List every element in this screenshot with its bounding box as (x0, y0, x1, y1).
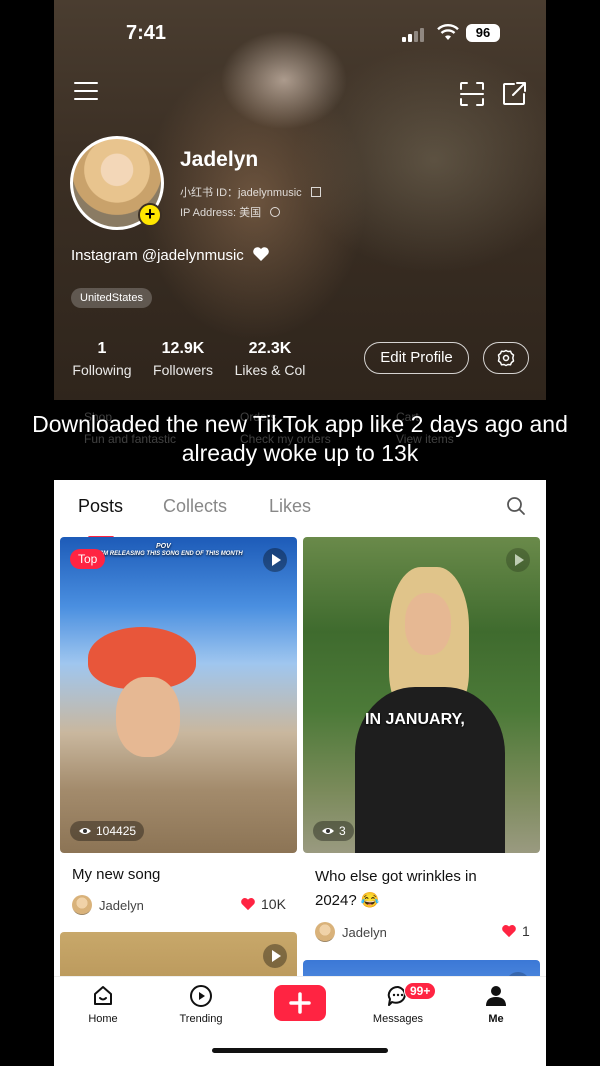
profile-id-row: 小红书 ID：jadelynmusic (180, 184, 321, 200)
nav-label: Messages (372, 1013, 424, 1025)
face-shape (116, 677, 180, 757)
gear-icon (497, 349, 515, 367)
profile-header: 7:41 96 + Jadelyn 小红书 ID：jadelynmusic IP… (54, 0, 546, 400)
post-title-line: Who else got wrinkles in (315, 868, 477, 885)
author-name: Jadelyn (99, 897, 144, 913)
play-circle-icon (190, 985, 212, 1007)
search-icon[interactable] (506, 496, 526, 516)
tab-posts[interactable]: Posts (78, 496, 123, 517)
nav-me[interactable]: Me (461, 983, 531, 1025)
post-thumbnail[interactable]: IN JANUARY, 3 (303, 537, 540, 853)
face-shape (405, 593, 451, 655)
person-icon (486, 986, 506, 1006)
view-count: 104425 (70, 821, 145, 841)
view-count: 3 (313, 821, 354, 841)
stat-label: Likes & Col (234, 362, 306, 378)
play-icon (506, 548, 530, 572)
plus-icon (289, 992, 311, 1014)
post-title: Who else got wrinkles in 2024? 😂 (315, 865, 477, 913)
stat-followers[interactable]: 12.9K Followers (148, 340, 218, 378)
view-count-value: 3 (339, 824, 346, 838)
author-avatar (315, 922, 335, 942)
caption-line: Downloaded the new TikTok app like 2 day… (32, 411, 568, 437)
stat-label: Followers (153, 362, 213, 378)
heart-icon (241, 898, 255, 911)
stat-value: 1 (97, 340, 107, 357)
overlay-caption: IN JANUARY, (365, 711, 465, 728)
profile-bio: Instagram @jadelynmusic (71, 246, 270, 264)
tab-collects[interactable]: Collects (163, 496, 227, 517)
battery-indicator: 96 (466, 24, 500, 42)
nav-label: Me (488, 1013, 504, 1025)
nav-home[interactable]: Home (68, 983, 138, 1025)
overlay-caption: I'M RELEASING THIS SONG END OF THIS MONT… (100, 551, 243, 557)
nav-trending[interactable]: Trending (166, 983, 236, 1025)
post-card[interactable]: IN JANUARY, 3 Who else got wrinkles in 2… (303, 537, 540, 957)
info-icon[interactable] (270, 207, 281, 217)
video-caption: Downloaded the new TikTok app like 2 day… (0, 410, 600, 468)
post-likes[interactable]: 1 (501, 923, 530, 939)
post-author[interactable]: Jadelyn (72, 895, 144, 915)
scan-icon[interactable] (459, 81, 485, 107)
view-count-value: 104425 (96, 824, 137, 838)
settings-button[interactable] (483, 342, 529, 374)
post-thumbnail[interactable]: POV I'M RELEASING THIS SONG END OF THIS … (60, 537, 297, 853)
pov-text: POV (156, 543, 171, 550)
caption-line: already woke up to 13k (181, 440, 419, 466)
bio-text: Instagram @jadelynmusic (71, 247, 244, 264)
status-bar: 7:41 96 (54, 22, 546, 46)
heart-icon (253, 247, 269, 261)
signal-icon (402, 28, 424, 42)
stat-label: Following (72, 362, 132, 378)
eye-icon (322, 828, 334, 834)
profile-id: 小红书 ID：jadelynmusic (180, 187, 302, 199)
profile-ip-row: IP Address: 美国 (180, 204, 281, 220)
messages-badge: 99+ (404, 982, 437, 1000)
nav-label: Home (88, 1013, 118, 1025)
profile-ip: IP Address: 美国 (180, 207, 262, 219)
likes-count: 1 (522, 923, 530, 939)
top-badge: Top (70, 549, 106, 569)
tab-likes[interactable]: Likes (269, 496, 311, 517)
eye-icon (79, 828, 91, 834)
home-icon (94, 986, 112, 1005)
likes-count: 10K (261, 896, 286, 912)
content-tabs: Posts Collects Likes (54, 496, 546, 539)
post-title-line: 2024? 😂 (315, 892, 380, 909)
wifi-icon (437, 24, 459, 40)
play-icon (263, 548, 287, 572)
stat-value: 12.9K (161, 340, 205, 357)
edit-profile-button[interactable]: Edit Profile (364, 342, 469, 374)
stat-following[interactable]: 1 Following (68, 340, 136, 378)
post-card[interactable]: POV I'M RELEASING THIS SONG END OF THIS … (60, 537, 297, 927)
author-avatar (72, 895, 92, 915)
create-post-button[interactable] (274, 985, 326, 1021)
post-likes[interactable]: 10K (240, 896, 286, 912)
menu-icon[interactable] (74, 82, 98, 106)
share-icon[interactable] (501, 81, 527, 107)
profile-name: Jadelyn (180, 148, 259, 171)
home-indicator (212, 1048, 388, 1053)
nav-label: Trending (179, 1013, 223, 1025)
qr-icon[interactable] (310, 187, 321, 197)
author-name: Jadelyn (342, 924, 387, 940)
location-tag: UnitedStates (71, 288, 152, 308)
stat-likes[interactable]: 22.3K Likes & Col (230, 340, 310, 378)
stat-value: 22.3K (248, 340, 292, 357)
play-icon (263, 944, 287, 968)
heart-icon (502, 925, 516, 938)
post-author[interactable]: Jadelyn (315, 922, 387, 942)
add-avatar-button[interactable]: + (138, 203, 162, 227)
status-time: 7:41 (126, 22, 167, 44)
post-title: My new song (72, 866, 161, 883)
